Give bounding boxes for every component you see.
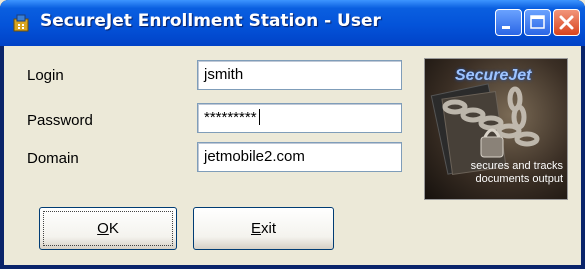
window-bottom-border bbox=[0, 265, 585, 269]
password-field[interactable]: ********* bbox=[197, 103, 402, 133]
app-window: SecureJet Enrollment Station - User Logi… bbox=[0, 0, 585, 269]
login-label: Login bbox=[27, 67, 64, 84]
domain-label: Domain bbox=[27, 150, 79, 167]
exit-button[interactable]: Exit bbox=[193, 207, 334, 250]
maximize-icon bbox=[530, 15, 545, 29]
minimize-icon bbox=[502, 26, 510, 29]
exit-mnemonic: E bbox=[250, 220, 261, 237]
login-field[interactable]: jsmith bbox=[197, 60, 402, 90]
logo-tagline: secures and tracks documents output bbox=[433, 160, 563, 186]
logo-tagline-line-2: documents output bbox=[475, 173, 563, 185]
ok-button[interactable]: OK bbox=[39, 207, 177, 250]
window-title: SecureJet Enrollment Station - User bbox=[40, 11, 381, 31]
logo-brand-name: SecureJet bbox=[455, 67, 532, 84]
title-bar[interactable]: SecureJet Enrollment Station - User bbox=[0, 0, 585, 46]
securejet-logo-image: SecureJet secures and tracks documents o… bbox=[424, 58, 568, 200]
app-icon bbox=[13, 14, 29, 32]
close-icon bbox=[559, 15, 574, 30]
minimize-button[interactable] bbox=[495, 9, 522, 36]
exit-label-rest: xit bbox=[261, 220, 276, 237]
password-value: ********* bbox=[204, 109, 257, 126]
password-label: Password bbox=[27, 112, 93, 129]
ok-label-rest: K bbox=[108, 220, 119, 237]
maximize-button[interactable] bbox=[524, 9, 551, 36]
close-button[interactable] bbox=[553, 9, 580, 36]
ok-mnemonic: O bbox=[97, 220, 109, 237]
logo-tagline-line-1: secures and tracks bbox=[470, 160, 563, 172]
dialog-body: Login jsmith Password ********* Domain j… bbox=[4, 46, 581, 265]
text-caret bbox=[258, 109, 260, 125]
domain-field[interactable]: jetmobile2.com bbox=[197, 142, 402, 172]
